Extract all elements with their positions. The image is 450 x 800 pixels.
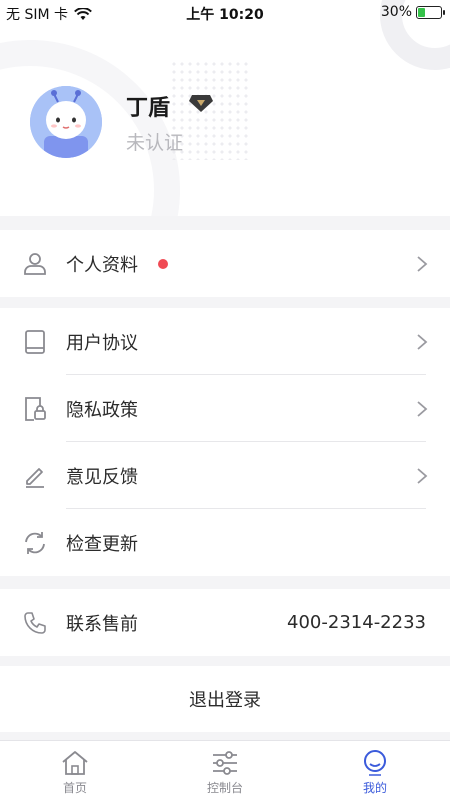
menu-item-label: 用户协议 bbox=[66, 332, 138, 354]
menu-item-privacy-policy[interactable]: 隐私政策 bbox=[0, 375, 450, 442]
lock-document-icon bbox=[25, 396, 46, 421]
avatar[interactable] bbox=[30, 86, 102, 158]
home-icon bbox=[62, 751, 88, 775]
profile-icon bbox=[364, 750, 386, 776]
sales-phone-number[interactable]: 400-2314-2233 bbox=[287, 612, 426, 633]
screen: 丁盾 未认证 无 SIM 卡 上午 10:20 30% 个人资料 用户协议 隐私… bbox=[0, 0, 450, 800]
menu-item-feedback[interactable]: 意见反馈 bbox=[0, 442, 450, 509]
chevron-right-icon bbox=[417, 400, 428, 417]
tab-label: 我的 bbox=[362, 781, 387, 795]
tab-label: 首页 bbox=[62, 781, 87, 795]
menu-group-settings: 用户协议 隐私政策 意见反馈 检查更新 bbox=[0, 308, 450, 576]
chevron-right-icon bbox=[417, 333, 428, 350]
battery-percent: 30% bbox=[380, 4, 412, 20]
menu-item-label: 检查更新 bbox=[66, 533, 138, 555]
profile-header: 丁盾 未认证 bbox=[0, 0, 450, 216]
phone-icon bbox=[24, 611, 46, 634]
verification-status: 未认证 bbox=[126, 132, 184, 154]
user-icon bbox=[24, 252, 46, 275]
battery-fill bbox=[418, 7, 426, 17]
chevron-right-icon bbox=[417, 467, 428, 484]
status-bar-right: 30% bbox=[380, 4, 445, 20]
battery-icon bbox=[416, 5, 445, 19]
menu-item-label: 意见反馈 bbox=[66, 466, 138, 488]
menu-item-user-agreement[interactable]: 用户协议 bbox=[0, 308, 450, 375]
menu-item-label: 联系售前 bbox=[66, 613, 138, 635]
rank-diamond-icon bbox=[189, 95, 213, 112]
pencil-icon bbox=[26, 467, 44, 488]
menu-group-profile: 个人资料 bbox=[0, 230, 450, 297]
notification-dot bbox=[158, 258, 168, 269]
tab-console[interactable]: 控制台 bbox=[150, 741, 300, 800]
tab-label: 控制台 bbox=[206, 781, 243, 795]
menu-item-personal-info[interactable]: 个人资料 bbox=[0, 230, 450, 297]
tab-bar: 首页 控制台 我的 bbox=[0, 740, 450, 800]
tab-home[interactable]: 首页 bbox=[0, 741, 150, 800]
status-bar: 无 SIM 卡 上午 10:20 30% bbox=[0, 0, 450, 26]
chevron-right-icon bbox=[417, 255, 428, 272]
user-name: 丁盾 bbox=[126, 96, 171, 121]
menu-item-label: 隐私政策 bbox=[66, 399, 138, 421]
avatar-character-icon bbox=[30, 86, 102, 158]
logout-button[interactable]: 退出登录 bbox=[0, 666, 450, 732]
menu-group-contact: 联系售前 400-2314-2233 bbox=[0, 589, 450, 656]
menu-item-label: 个人资料 bbox=[66, 254, 138, 276]
tab-mine[interactable]: 我的 bbox=[300, 741, 450, 800]
sliders-icon bbox=[213, 751, 237, 775]
menu-item-check-update[interactable]: 检查更新 bbox=[0, 509, 450, 576]
menu-item-contact-sales[interactable]: 联系售前 400-2314-2233 bbox=[0, 589, 450, 656]
refresh-icon bbox=[25, 531, 45, 554]
book-icon bbox=[25, 329, 45, 354]
